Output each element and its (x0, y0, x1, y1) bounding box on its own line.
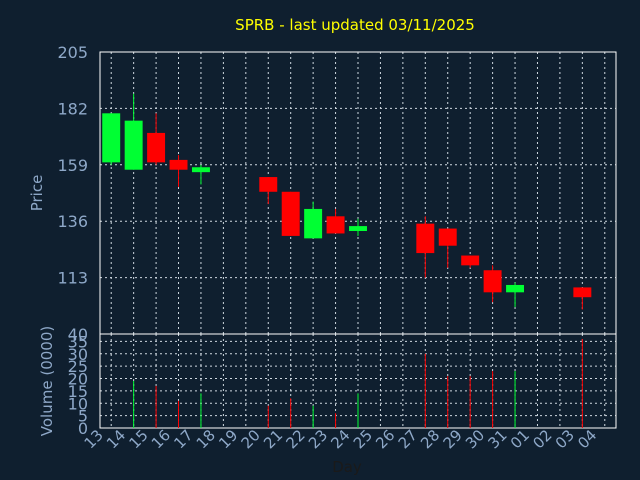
price-grid (100, 52, 616, 334)
volume-bars (133, 338, 583, 428)
candle-body (483, 270, 502, 293)
candle-body (191, 167, 210, 173)
candle-body (573, 287, 592, 298)
x-axis-label: Day (332, 458, 362, 476)
x-tick-label: 04 (574, 426, 600, 452)
candlestick-chart: SPRB - last updated 03/11/2025 205 182 159… (28, 16, 617, 476)
price-tick-label: 113 (57, 269, 88, 288)
candle-body (102, 113, 121, 163)
volume-axis-label: Volume (0000) (38, 326, 56, 436)
chart-title: SPRB - last updated 03/11/2025 (235, 16, 475, 34)
candle-body (124, 120, 143, 170)
candle-body (506, 284, 525, 293)
candle-body (326, 216, 345, 234)
candle-body (259, 177, 278, 192)
candle-body (147, 132, 166, 163)
candle-body (281, 191, 300, 236)
volume-tick-labels: 35302520151050 (68, 332, 88, 438)
candle-body (304, 208, 323, 239)
price-axis-label: Price (28, 175, 46, 212)
x-tick-labels: 1314151617181920212223242526272829303101… (81, 426, 601, 452)
candle-body (416, 223, 435, 254)
candle-body (461, 255, 480, 266)
price-tick-label: 205 (57, 43, 88, 62)
price-tick-labels: 20518215913611340 (57, 43, 88, 344)
candle-body (438, 228, 457, 246)
price-tick-label: 159 (57, 156, 88, 175)
candle-body (169, 159, 188, 170)
price-tick-label: 136 (57, 212, 88, 231)
chart-root: SPRB - last updated 03/11/2025 205 182 159… (0, 0, 640, 480)
price-tick-label: 182 (57, 99, 88, 118)
candle-body (349, 226, 367, 232)
